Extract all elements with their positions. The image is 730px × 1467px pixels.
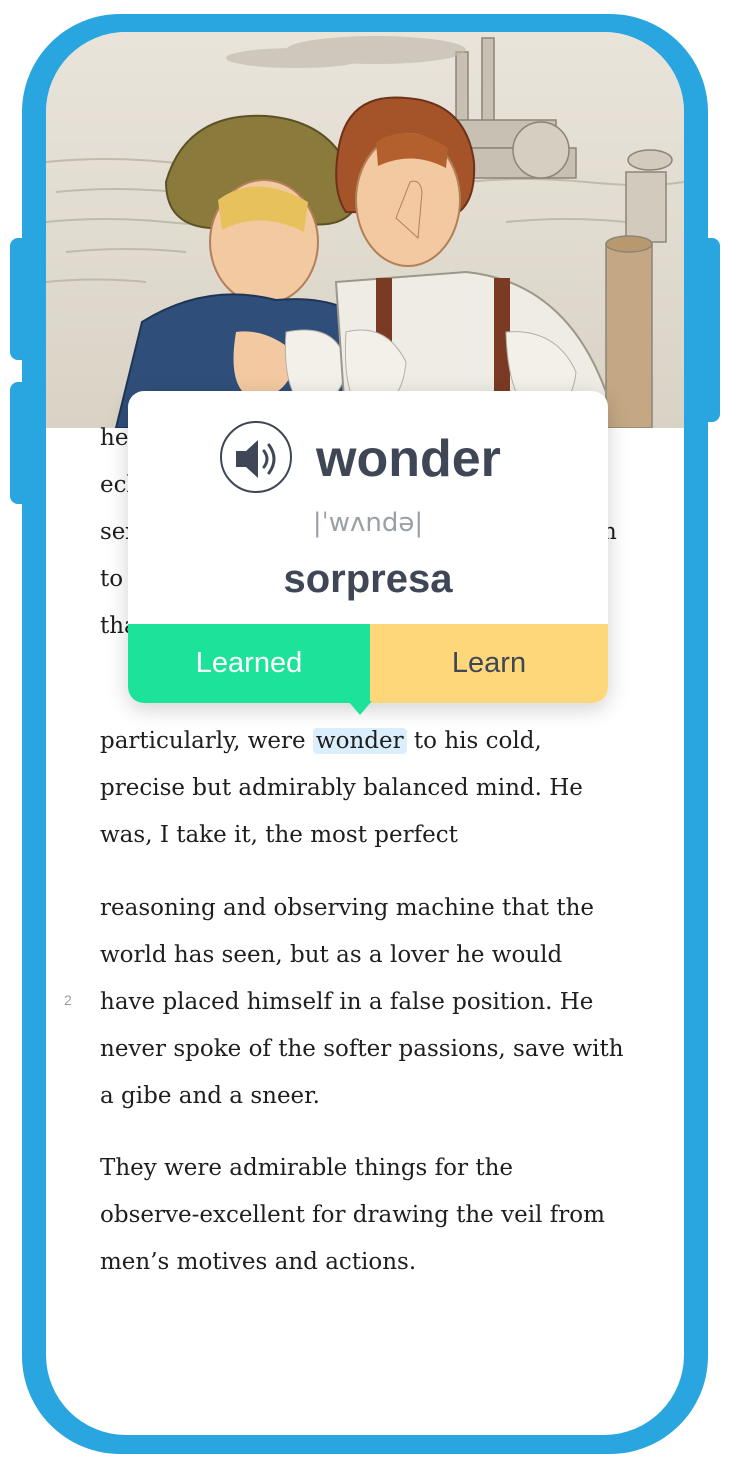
- popup-phonetic: |ˈwʌndə|: [312, 508, 424, 538]
- text-line: world has seen, but as a lover he would: [100, 942, 563, 968]
- popup-translation: sorpresa: [283, 557, 453, 601]
- hidden-text-fragment: he: [100, 425, 129, 451]
- text-line: particularly, were wonder to his cold,: [100, 718, 640, 765]
- text-line: never spoke of the softer passions, save…: [100, 1036, 624, 1062]
- phone-screen: he ecl sex to tha n particularly, were w…: [46, 32, 684, 1435]
- text-line: a gibe and a sneer.: [100, 1083, 320, 1109]
- text-run: particularly, were: [100, 728, 313, 754]
- text-line: precise but admirably balanced mind. He: [100, 775, 583, 801]
- page-number: 2: [64, 992, 72, 1008]
- paragraph-1: particularly, were wonder to his cold, p…: [100, 718, 640, 859]
- paragraph-3: They were admirable things for the obser…: [100, 1145, 640, 1286]
- translation-popup: wonder |ˈwʌndə| sorpresa Learned Learn: [128, 391, 608, 715]
- popup-pointer: [348, 701, 372, 715]
- text-line: reasoning and observing machine that the: [100, 895, 595, 921]
- speaker-icon: [236, 440, 276, 478]
- app-stage: he ecl sex to tha n particularly, were w…: [0, 0, 730, 1467]
- highlighted-word[interactable]: wonder: [312, 728, 407, 754]
- learn-button[interactable]: Learn: [370, 624, 608, 703]
- book-illustration-image: [46, 32, 684, 428]
- text-line: men’s motives and actions.: [100, 1249, 417, 1275]
- text-line: was, I take it, the most perfect: [100, 822, 458, 848]
- learned-button[interactable]: Learned: [128, 624, 370, 703]
- popup-body: wonder |ˈwʌndə| sorpresa Learned Learn: [128, 391, 608, 703]
- text-line: have placed himself in a false position.…: [100, 989, 594, 1015]
- hidden-text-fragment: to: [100, 566, 124, 592]
- popup-word: wonder: [316, 430, 501, 488]
- pronounce-button[interactable]: [220, 421, 292, 493]
- book-illustration: [46, 32, 684, 428]
- paragraph-2: reasoning and observing machine that the…: [100, 885, 640, 1120]
- text-line: They were admirable things for the: [100, 1155, 513, 1181]
- text-line: observe-excellent for drawing the veil f…: [100, 1202, 605, 1228]
- text-run: to his cold,: [406, 728, 542, 754]
